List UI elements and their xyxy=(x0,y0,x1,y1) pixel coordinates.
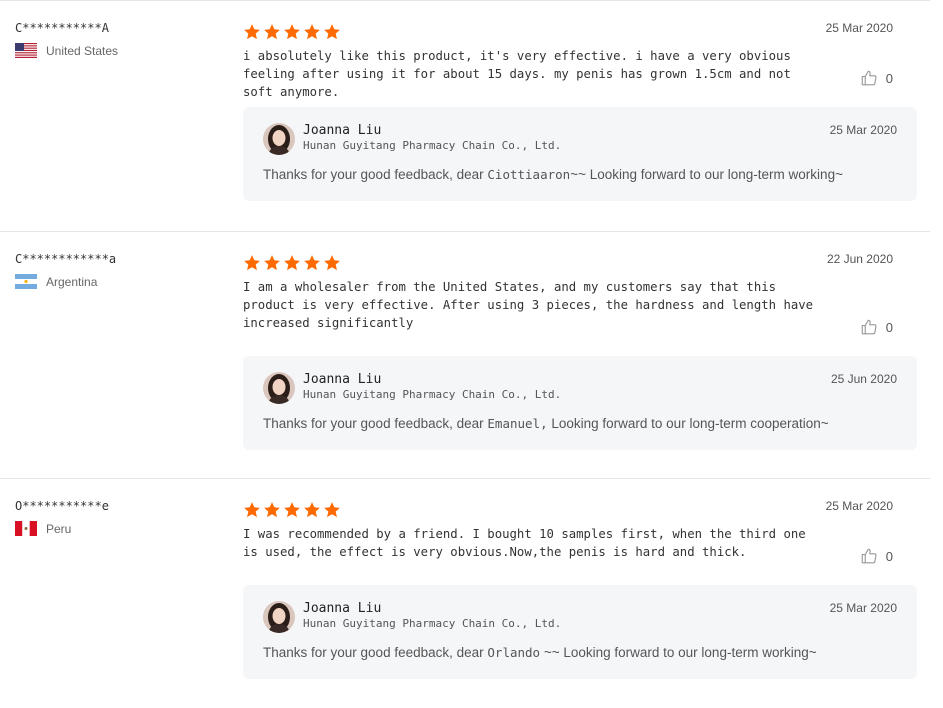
reply-text-prefix: Thanks for your good feedback, dear xyxy=(263,167,488,182)
reply-text-prefix: Thanks for your good feedback, dear xyxy=(263,645,488,660)
reply-text-suffix: Looking forward to our long-term coopera… xyxy=(547,416,829,431)
thumbs-up-icon[interactable] xyxy=(860,69,878,87)
like-count: 0 xyxy=(885,319,893,335)
reviewer-country: Peru xyxy=(15,521,109,536)
star-icon xyxy=(323,23,341,41)
star-icon xyxy=(323,501,341,519)
reply-company: Hunan Guyitang Pharmacy Chain Co., Ltd. xyxy=(303,617,562,630)
reply-buyer-name: Ciottiaaron xyxy=(487,167,571,182)
review-content: 25 Mar 2020 I was recommended by a frien… xyxy=(243,499,917,679)
seller-reply: Joanna Liu Hunan Guyitang Pharmacy Chain… xyxy=(243,356,917,450)
star-icon xyxy=(303,23,321,41)
star-icon xyxy=(263,23,281,41)
reply-date: 25 Mar 2020 xyxy=(829,601,897,615)
thumbs-up-icon[interactable] xyxy=(860,318,878,336)
review-text: i absolutely like this product, it's ver… xyxy=(243,49,791,99)
reply-text: Thanks for your good feedback, dear Eman… xyxy=(263,416,829,431)
star-rating xyxy=(243,23,917,41)
reply-buyer-name: Orlando xyxy=(487,645,541,660)
star-icon xyxy=(243,23,261,41)
peru-flag-icon xyxy=(15,521,37,536)
review-content: 22 Jun 2020 I am a wholesaler from the U… xyxy=(243,252,917,450)
star-icon xyxy=(283,254,301,272)
avatar xyxy=(263,601,295,633)
star-icon xyxy=(243,254,261,272)
us-flag-icon xyxy=(15,43,37,58)
reply-date: 25 Mar 2020 xyxy=(829,123,897,137)
star-icon xyxy=(303,254,321,272)
reviewer-name: O***********e xyxy=(15,499,109,513)
review-item: C************a Argentina 22 Jun 2020 I a… xyxy=(0,231,930,478)
like-button[interactable]: 0 xyxy=(860,547,893,565)
star-rating xyxy=(243,254,917,272)
argentina-flag-icon xyxy=(15,274,37,289)
review-text: I was recommended by a friend. I bought … xyxy=(243,527,806,559)
reply-company: Hunan Guyitang Pharmacy Chain Co., Ltd. xyxy=(303,139,562,152)
reply-text: Thanks for your good feedback, dear Ciot… xyxy=(263,167,843,182)
star-icon xyxy=(263,254,281,272)
reviewer-info: C***********A United States xyxy=(15,21,118,58)
like-button[interactable]: 0 xyxy=(860,318,893,336)
review-text: I am a wholesaler from the United States… xyxy=(243,280,814,330)
star-icon xyxy=(243,501,261,519)
star-icon xyxy=(283,23,301,41)
star-rating xyxy=(243,501,917,519)
star-icon xyxy=(303,501,321,519)
star-icon xyxy=(263,501,281,519)
reply-text-suffix: ~~ Looking forward to our long-term work… xyxy=(570,167,843,182)
review-content: 25 Mar 2020 i absolutely like this produ… xyxy=(243,21,917,201)
review-date: 25 Mar 2020 xyxy=(825,499,893,513)
reply-text-suffix: ~~ Looking forward to our long-term work… xyxy=(540,645,817,660)
like-button[interactable]: 0 xyxy=(860,69,893,87)
star-icon xyxy=(323,254,341,272)
seller-reply: Joanna Liu Hunan Guyitang Pharmacy Chain… xyxy=(243,107,917,201)
country-name: Peru xyxy=(46,521,72,536)
review-item: C***********A United States 25 Mar 2020 … xyxy=(0,0,930,231)
country-name: United States xyxy=(46,43,119,58)
country-name: Argentina xyxy=(46,274,98,289)
avatar xyxy=(263,123,295,155)
reviewer-country: Argentina xyxy=(15,274,116,289)
review-date: 25 Mar 2020 xyxy=(825,21,893,35)
thumbs-up-icon[interactable] xyxy=(860,547,878,565)
reply-text-prefix: Thanks for your good feedback, dear xyxy=(263,416,488,431)
seller-reply: Joanna Liu Hunan Guyitang Pharmacy Chain… xyxy=(243,585,917,679)
reviews-list: C***********A United States 25 Mar 2020 … xyxy=(0,0,943,708)
reviewer-name: C************a xyxy=(15,252,117,266)
reply-company: Hunan Guyitang Pharmacy Chain Co., Ltd. xyxy=(303,388,562,401)
reply-author-name: Joanna Liu xyxy=(303,601,382,616)
reviewer-name: C***********A xyxy=(15,21,109,35)
reply-buyer-name: Emanuel, xyxy=(487,416,548,431)
review-date: 22 Jun 2020 xyxy=(826,252,893,266)
reviewer-country: United States xyxy=(15,43,118,58)
reviewer-info: O***********e Peru xyxy=(15,499,109,536)
avatar xyxy=(263,372,295,404)
star-icon xyxy=(283,501,301,519)
reply-date: 25 Jun 2020 xyxy=(830,372,897,386)
like-count: 0 xyxy=(885,548,893,564)
reply-author-name: Joanna Liu xyxy=(303,372,382,387)
reply-text: Thanks for your good feedback, dear Orla… xyxy=(263,645,817,660)
review-item: O***********e Peru 25 Mar 2020 I was rec… xyxy=(0,478,930,708)
like-count: 0 xyxy=(885,70,893,86)
reviewer-info: C************a Argentina xyxy=(15,252,116,289)
reply-author-name: Joanna Liu xyxy=(303,123,382,138)
